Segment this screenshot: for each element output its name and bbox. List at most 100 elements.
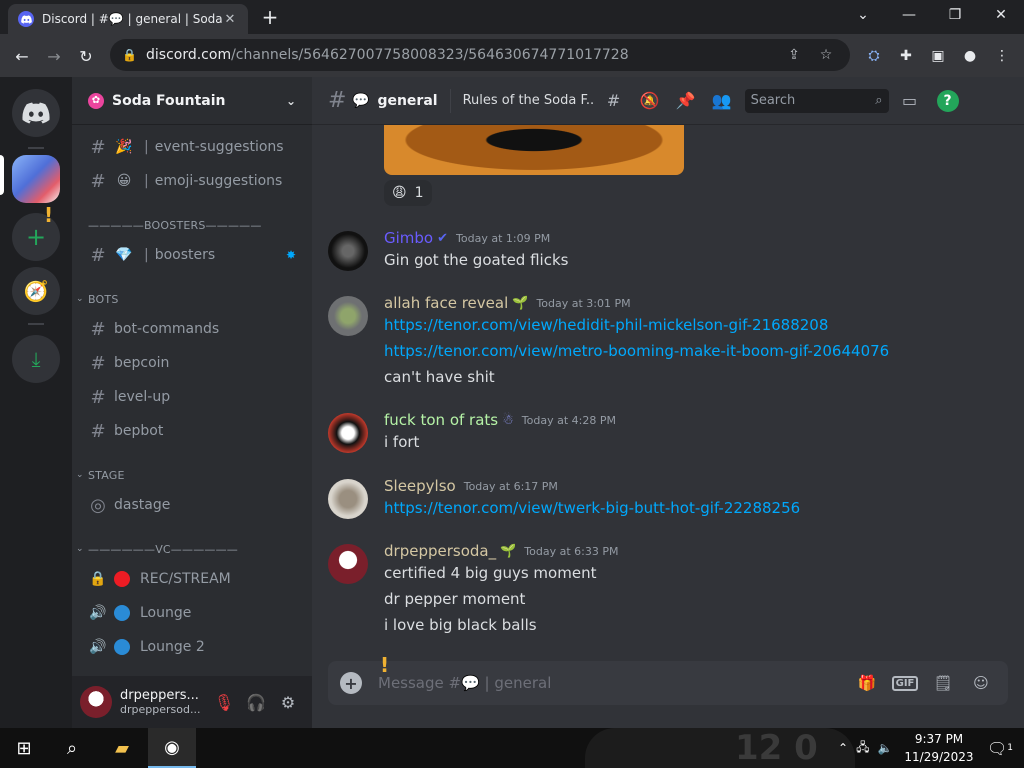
boost-icon: ✸: [285, 248, 296, 262]
emoji-picker-icon[interactable]: ☺: [966, 668, 996, 698]
channel-boosters[interactable]: # 💎 | boosters ✸: [80, 239, 304, 271]
search-input[interactable]: Search ⌕: [744, 88, 889, 113]
chevron-up-icon[interactable]: ⌃: [838, 741, 848, 755]
channel-dastage[interactable]: ◎ dastage: [80, 489, 304, 521]
chevron-down-icon: ⌄: [285, 93, 296, 108]
red-circle-icon: [114, 571, 130, 587]
message-author[interactable]: Gimbo: [384, 229, 433, 247]
server-soda-fountain[interactable]: [12, 155, 60, 203]
share-icon[interactable]: ⇪: [782, 47, 806, 63]
message-avatar[interactable]: [328, 231, 368, 271]
gif-picker-button[interactable]: GIF: [890, 668, 920, 698]
attach-plus-icon[interactable]: +: [340, 672, 362, 694]
inbox-icon[interactable]: ▭: [895, 86, 925, 116]
caret-down-icon: ⌄: [76, 470, 84, 480]
message-input[interactable]: Message #💬 | general: [378, 674, 844, 692]
network-icon[interactable]: 🖧: [856, 738, 869, 759]
channel-label: boosters: [154, 247, 216, 263]
tab-search-icon[interactable]: ⌄: [840, 0, 886, 30]
channel-level-up[interactable]: # level-up: [80, 381, 304, 413]
extensions-puzzle-icon[interactable]: ✚: [892, 42, 920, 70]
file-explorer-icon[interactable]: ▰: [98, 728, 146, 768]
speaker-icon: 🔊: [89, 639, 107, 655]
channel-title: general: [377, 92, 438, 109]
taskbar-clock[interactable]: 9:37 PM 11/29/2023: [900, 730, 978, 766]
user-info[interactable]: drpeppers... drpeppersod...: [120, 688, 208, 716]
message-avatar[interactable]: [328, 296, 368, 336]
message-author[interactable]: fuck ton of rats: [384, 411, 498, 429]
category-stage[interactable]: ⌄ STAGE: [76, 465, 308, 485]
download-apps-button[interactable]: ⤓: [12, 335, 60, 383]
message-text: dr pepper moment: [384, 590, 526, 608]
headphones-icon[interactable]: 🎧: [240, 686, 272, 718]
mute-bell-icon[interactable]: 🔕: [635, 86, 665, 116]
profile-icon[interactable]: ●: [956, 42, 984, 70]
voice-channel-lounge[interactable]: 🔊 Lounge: [80, 597, 304, 629]
voice-channel-lounge-2[interactable]: 🔊 Lounge 2: [80, 631, 304, 663]
gif-embed[interactable]: [384, 125, 684, 175]
bookmark-star-icon[interactable]: ☆: [814, 47, 838, 63]
server-header[interactable]: ✿ Soda Fountain ⌄: [72, 77, 312, 125]
message-link[interactable]: https://tenor.com/view/twerk-big-butt-ho…: [384, 499, 800, 517]
close-window-button[interactable]: ✕: [978, 0, 1024, 30]
menu-kebab-icon[interactable]: ⋮: [988, 42, 1016, 70]
reaction-badge[interactable]: 😩 1: [384, 180, 432, 206]
message-avatar[interactable]: [328, 544, 368, 584]
windows-start-icon[interactable]: ⊞: [0, 728, 48, 768]
mute-mic-icon[interactable]: 🎙: [208, 686, 240, 718]
category-boosters[interactable]: —————BOOSTERS—————: [76, 215, 308, 235]
message-author[interactable]: Sleepylso: [384, 477, 456, 495]
verified-badge-icon: ✔: [437, 230, 449, 246]
back-icon[interactable]: ←: [8, 42, 36, 70]
channel-topic[interactable]: Rules of the Soda F...: [463, 93, 593, 108]
discord-home-button[interactable]: [12, 89, 60, 137]
channel-emoji-suggestions[interactable]: # 😀 | emoji-suggestions: [80, 165, 304, 197]
search-icon[interactable]: ⌕: [48, 728, 96, 768]
discord-app: + ! 🧭 ⤓ ✿ Soda Fountain ⌄ # 🎉 | event-su…: [0, 77, 1024, 728]
user-avatar[interactable]: [80, 686, 112, 718]
pinned-icon[interactable]: 📌: [671, 86, 701, 116]
category-bots[interactable]: ⌄ BOTS: [76, 289, 308, 309]
user-panel: drpeppers... drpeppersod... 🎙 🎧 ⚙: [72, 676, 312, 728]
channel-bepcoin[interactable]: # bepcoin: [80, 347, 304, 379]
message-link[interactable]: https://tenor.com/view/metro-booming-mak…: [384, 342, 889, 360]
lock-icon: 🔒: [89, 571, 107, 587]
member-list-icon[interactable]: 👥: [707, 86, 737, 116]
extension-icon[interactable]: ⛭: [860, 42, 888, 70]
explore-servers-button[interactable]: 🧭: [12, 267, 60, 315]
message-avatar[interactable]: [328, 479, 368, 519]
restore-button[interactable]: ❐: [932, 0, 978, 30]
voice-channel-rec-stream[interactable]: 🔒 REC/STREAM: [80, 563, 304, 595]
compass-icon: 🧭: [23, 279, 49, 303]
channel-event-suggestions[interactable]: # 🎉 | event-suggestions: [80, 131, 304, 163]
channel-bepbot[interactable]: # bepbot: [80, 415, 304, 447]
side-panel-icon[interactable]: ▣: [924, 42, 952, 70]
minimize-button[interactable]: —: [886, 0, 932, 30]
threads-icon[interactable]: #: [599, 86, 629, 116]
notifications-icon[interactable]: 🗨 1: [976, 728, 1024, 768]
category-vc[interactable]: ⌄ ——————VC——————: [76, 539, 308, 559]
message-composer[interactable]: + Message #💬 | general 🎁 GIF 🗒 ☺: [328, 661, 1008, 705]
warning-icon: !: [380, 653, 390, 677]
forward-icon[interactable]: →: [40, 42, 68, 70]
stage-icon: ◎: [90, 494, 106, 516]
address-bar[interactable]: 🔒 discord.com/channels/56462700775800832…: [110, 39, 850, 71]
new-tab-button[interactable]: +: [258, 6, 282, 30]
message-link[interactable]: https://tenor.com/view/hedidit-phil-mick…: [384, 316, 828, 334]
help-icon[interactable]: ?: [936, 89, 959, 112]
user-display-name: drpeppers...: [120, 688, 199, 703]
reload-icon[interactable]: ↻: [72, 42, 100, 70]
message-text: certified 4 big guys moment: [384, 564, 597, 582]
settings-gear-icon[interactable]: ⚙: [272, 686, 304, 718]
message-author[interactable]: allah face reveal: [384, 294, 508, 312]
chrome-icon[interactable]: ◉: [148, 728, 196, 768]
gift-icon[interactable]: 🎁: [852, 668, 882, 698]
channel-bot-commands[interactable]: # bot-commands: [80, 313, 304, 345]
caret-down-icon: ⌄: [76, 544, 84, 554]
volume-icon[interactable]: 🔈: [877, 741, 892, 755]
tab-close-icon[interactable]: ✕: [222, 12, 238, 27]
message-author[interactable]: drpeppersoda_: [384, 542, 496, 560]
sticker-icon[interactable]: 🗒: [928, 668, 958, 698]
browser-tab[interactable]: Discord | #💬 | general | Soda Fountain ✕: [8, 4, 248, 34]
message-avatar[interactable]: [328, 413, 368, 453]
